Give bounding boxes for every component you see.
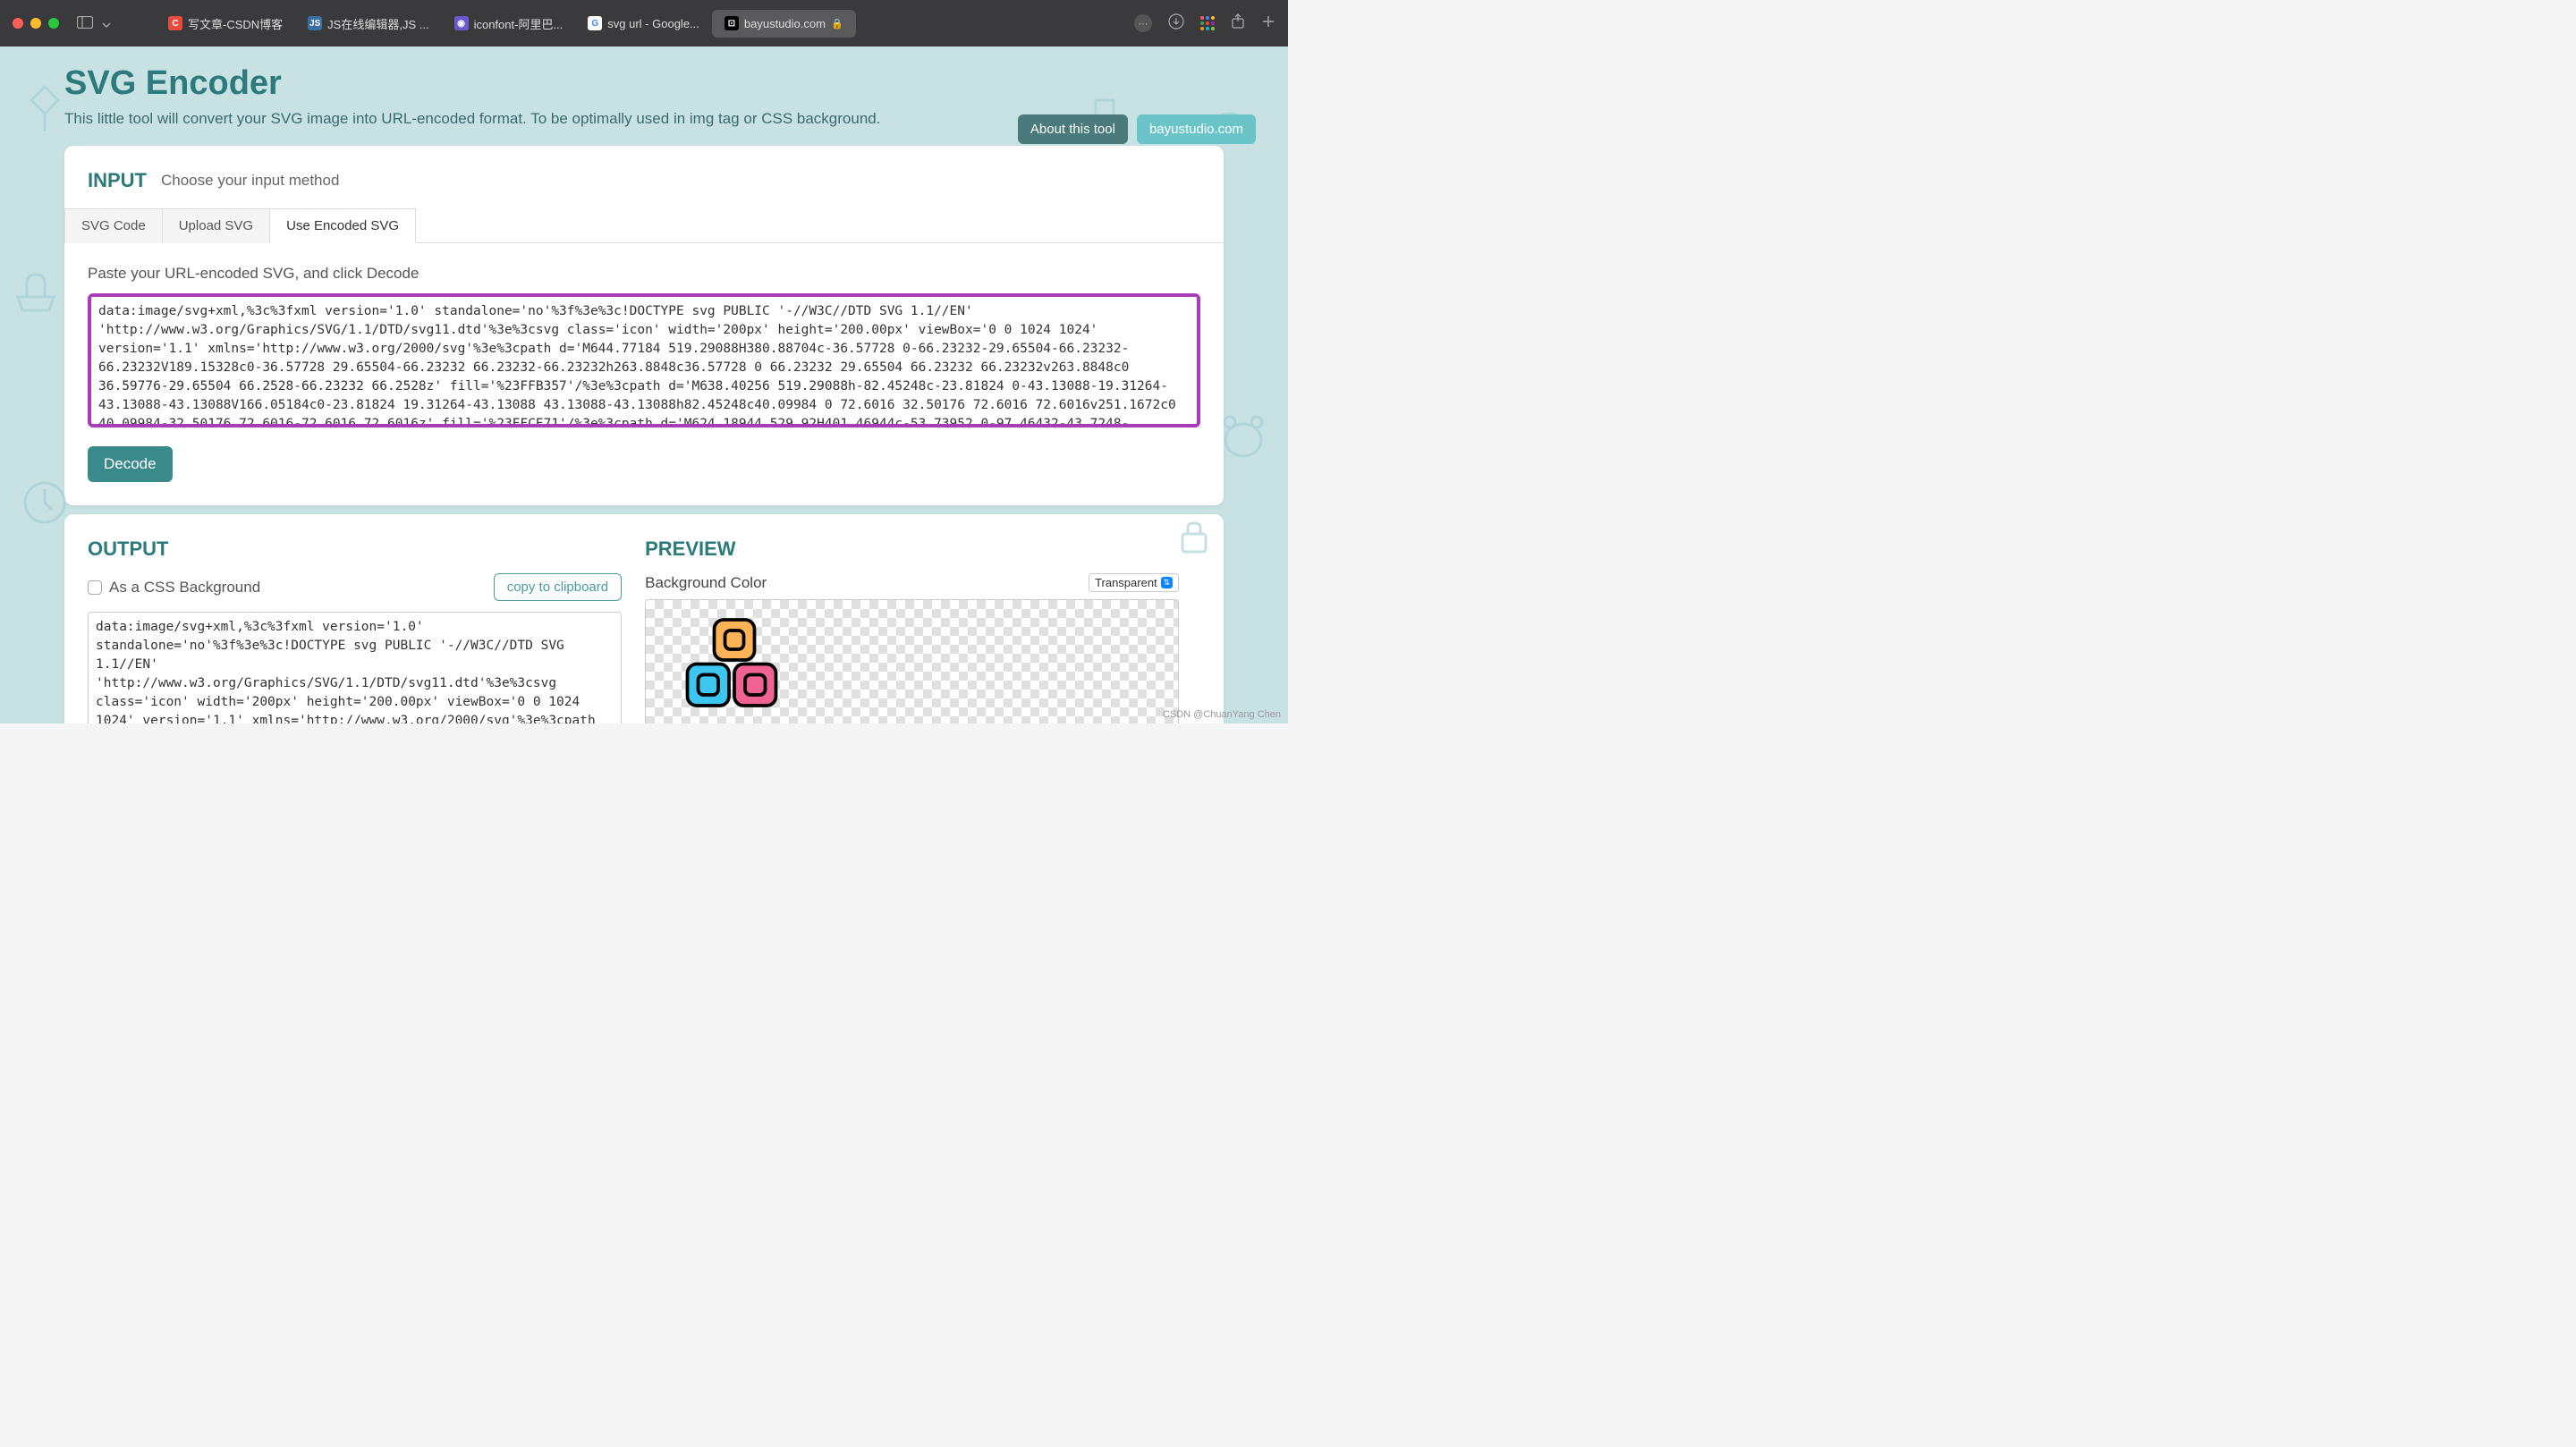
watermark: CSDN @ChuanYang Chen xyxy=(1163,709,1281,720)
bg-color-select[interactable]: Transparent ⇅ xyxy=(1089,573,1179,592)
output-textarea[interactable] xyxy=(88,612,622,724)
css-background-label: As a CSS Background xyxy=(109,579,260,597)
browser-tab-4[interactable]: ⊡ bayustudio.com 🔒 xyxy=(712,10,856,38)
tab-label: bayustudio.com xyxy=(744,17,826,30)
input-section-sub: Choose your input method xyxy=(161,172,339,190)
favicon-icon: ◉ xyxy=(454,16,469,30)
input-method-tabs: SVG CodeUpload SVGUse Encoded SVG xyxy=(64,208,1224,243)
input-tab-use-encoded-svg[interactable]: Use Encoded SVG xyxy=(269,208,416,243)
preview-section-title: PREVIEW xyxy=(645,537,1179,561)
css-background-checkbox[interactable] xyxy=(88,580,102,595)
tab-label: svg url - Google... xyxy=(607,17,699,30)
chevron-down-icon[interactable] xyxy=(102,16,111,30)
page-background: SVG Encoder This little tool will conver… xyxy=(0,47,1288,724)
share-icon[interactable] xyxy=(1231,13,1245,34)
copy-clipboard-button[interactable]: copy to clipboard xyxy=(494,573,622,601)
favicon-icon: JS xyxy=(308,16,322,30)
browser-tab-2[interactable]: ◉ iconfont-阿里巴... xyxy=(442,10,576,38)
browser-tabs: C 写文章-CSDN博客 JS JS在线编辑器,JS ... ◉ iconfont-阿里巴… xyxy=(156,10,856,38)
browser-tab-3[interactable]: Gsvg url - Google... xyxy=(575,10,712,38)
extension-icon[interactable]: ⋯ xyxy=(1134,14,1152,32)
input-tab-upload-svg[interactable]: Upload SVG xyxy=(162,208,270,243)
new-tab-icon[interactable] xyxy=(1261,14,1275,33)
browser-tab-0[interactable]: C 写文章-CSDN博客 xyxy=(156,10,295,38)
bg-color-label: Background Color xyxy=(645,574,767,592)
input-section-title: INPUT xyxy=(88,169,147,192)
input-field-label: Paste your URL-encoded SVG, and click De… xyxy=(88,265,1200,283)
studio-link-button[interactable]: bayustudio.com xyxy=(1137,114,1256,144)
favicon-icon: ⊡ xyxy=(724,16,739,30)
favicon-icon: C xyxy=(168,16,182,30)
minimize-window-button[interactable] xyxy=(30,18,41,29)
maximize-window-button[interactable] xyxy=(48,18,59,29)
bg-color-select-value: Transparent xyxy=(1095,576,1157,589)
page-header: SVG Encoder This little tool will conver… xyxy=(0,47,1288,137)
favicon-icon: G xyxy=(588,16,602,30)
input-panel: INPUT Choose your input method SVG CodeU… xyxy=(64,146,1224,505)
about-button[interactable]: About this tool xyxy=(1018,114,1128,144)
decode-button[interactable]: Decode xyxy=(88,446,173,482)
close-window-button[interactable] xyxy=(13,18,23,29)
lock-icon: 🔒 xyxy=(831,18,843,30)
tab-label: iconfont-阿里巴... xyxy=(474,15,564,32)
tab-label: JS在线编辑器,JS ... xyxy=(327,15,428,32)
select-arrows-icon: ⇅ xyxy=(1161,577,1174,588)
output-section-title: OUTPUT xyxy=(88,537,622,561)
encoded-svg-input[interactable] xyxy=(88,293,1200,427)
window-controls xyxy=(13,18,59,29)
output-panel: OUTPUT As a CSS Background copy to clipb… xyxy=(64,514,1224,724)
preview-canvas xyxy=(645,599,1179,724)
page-title: SVG Encoder xyxy=(64,64,1224,103)
download-icon[interactable] xyxy=(1168,13,1184,34)
browser-toolbar: C 写文章-CSDN博客 JS JS在线编辑器,JS ... ◉ iconfont-阿里巴… xyxy=(0,0,1288,47)
apps-grid-icon[interactable] xyxy=(1200,16,1215,30)
toolbar-right: ⋯ xyxy=(1134,13,1275,34)
tab-label: 写文章-CSDN博客 xyxy=(188,15,283,32)
sidebar-toggle-icon[interactable] xyxy=(77,16,93,31)
browser-tab-1[interactable]: JS JS在线编辑器,JS ... xyxy=(295,10,441,38)
input-tab-svg-code[interactable]: SVG Code xyxy=(64,208,163,243)
